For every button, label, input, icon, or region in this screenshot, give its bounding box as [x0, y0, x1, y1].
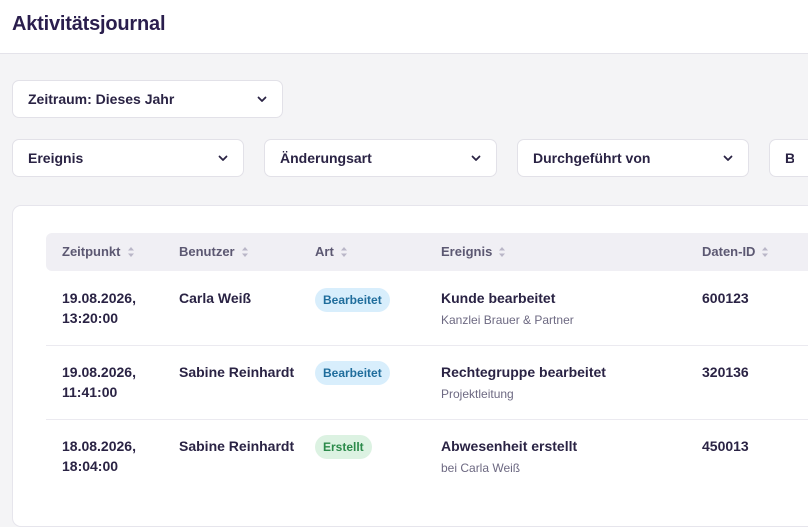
- page-title: Aktivitätsjournal: [12, 13, 166, 35]
- cell-user: Sabine Reinhardt: [179, 364, 295, 380]
- table-header: [46, 233, 808, 271]
- aenderungsart-select-label: Änderungsart: [280, 150, 372, 166]
- sort-icon: [762, 246, 769, 257]
- chevron-down-icon: [470, 152, 482, 164]
- betroffen-select[interactable]: Bet: [769, 139, 808, 177]
- sort-icon: [127, 246, 134, 257]
- column-header-daten-id[interactable]: Daten-ID: [702, 244, 769, 259]
- cell-data-id: 600123: [702, 290, 749, 306]
- zeitraum-select[interactable]: Zeitraum: Dieses Jahr: [12, 80, 283, 118]
- durchgefuehrt-von-select[interactable]: Durchgeführt von: [517, 139, 749, 177]
- cell-time: 11:41:00: [62, 384, 118, 400]
- zeitraum-select-label: Zeitraum: Dieses Jahr: [28, 91, 175, 107]
- status-badge: Bearbeitet: [315, 288, 390, 312]
- sort-icon: [340, 246, 347, 257]
- column-header-art[interactable]: Art: [315, 244, 348, 259]
- cell-user: Carla Weiß: [179, 290, 252, 306]
- row-divider: [46, 419, 808, 420]
- header-bar: Aktivitätsjournal: [0, 0, 808, 54]
- cell-event-detail: Projektleitung: [441, 387, 514, 401]
- row-divider: [46, 345, 808, 346]
- status-badge: Erstellt: [315, 435, 372, 459]
- column-header-label: Benutzer: [179, 244, 235, 259]
- cell-event: Abwesenheit erstellt: [441, 438, 578, 454]
- cell-event: Kunde bearbeitet: [441, 290, 556, 306]
- cell-user: Sabine Reinhardt: [179, 438, 295, 454]
- sort-icon: [241, 246, 248, 257]
- column-header-label: Ereignis: [441, 244, 493, 259]
- cell-event-detail: bei Carla Weiß: [441, 461, 521, 475]
- column-header-label: Daten-ID: [702, 244, 756, 259]
- cell-time: 18:04:00: [62, 458, 119, 474]
- chevron-down-icon: [217, 152, 229, 164]
- cell-date: 19.08.2026,: [62, 290, 136, 306]
- chevron-down-icon: [722, 152, 734, 164]
- durchgefuehrt-von-select-label: Durchgeführt von: [533, 150, 651, 166]
- ereignis-select-label: Ereignis: [28, 150, 84, 166]
- cell-event-detail: Kanzlei Brauer & Partner: [441, 313, 574, 327]
- column-header-label: Zeitpunkt: [62, 244, 121, 259]
- column-header-label: Art: [315, 244, 334, 259]
- cell-event: Rechtegruppe bearbeitet: [441, 364, 606, 380]
- betroffen-select-label: Bet: [785, 150, 794, 166]
- sort-icon: [499, 246, 506, 257]
- column-header-ereignis[interactable]: Ereignis: [441, 244, 506, 259]
- cell-data-id: 450013: [702, 438, 749, 454]
- cell-date: 19.08.2026,: [62, 364, 136, 380]
- cell-date: 18.08.2026,: [62, 438, 136, 454]
- chevron-down-icon: [256, 93, 268, 105]
- column-header-benutzer[interactable]: Benutzer: [179, 244, 249, 259]
- column-header-zeitpunkt[interactable]: Zeitpunkt: [62, 244, 135, 259]
- cell-time: 13:20:00: [62, 310, 119, 326]
- aenderungsart-select[interactable]: Änderungsart: [264, 139, 497, 177]
- status-badge: Bearbeitet: [315, 361, 390, 385]
- ereignis-select[interactable]: Ereignis: [12, 139, 244, 177]
- cell-data-id: 320136: [702, 364, 749, 380]
